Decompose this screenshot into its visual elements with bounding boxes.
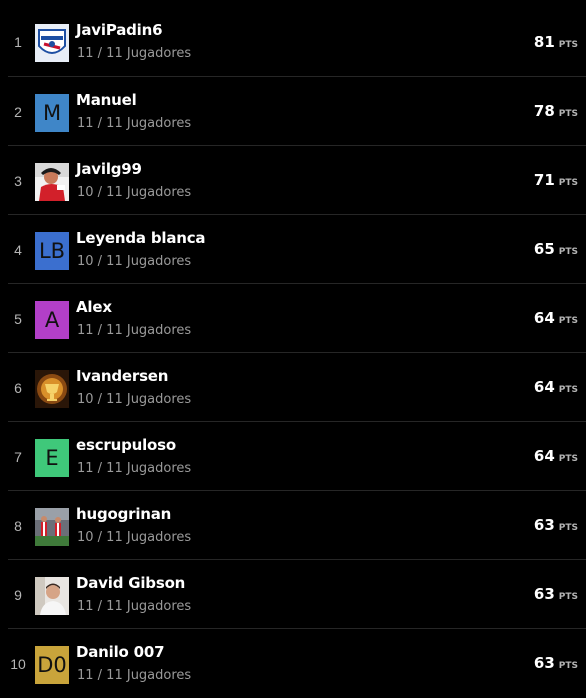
rank-number: 4 xyxy=(14,242,22,258)
points-value: 64 xyxy=(533,309,555,327)
points: 78 PTS xyxy=(534,102,578,120)
rank-number: 5 xyxy=(14,311,22,327)
ranking-row[interactable]: 9 David Gibson 11 / 11 Jugadores 63 PTS xyxy=(8,560,586,629)
points: 63 PTS xyxy=(534,585,578,603)
user-name[interactable]: escrupuloso xyxy=(76,436,176,454)
points-unit: PTS xyxy=(558,247,578,257)
rank-number: 1 xyxy=(14,34,22,50)
points-value: 64 xyxy=(533,378,555,396)
points-unit: PTS xyxy=(558,40,578,50)
stadium-photo-icon xyxy=(35,508,69,546)
points-value: 78 xyxy=(533,102,555,120)
rank-number: 2 xyxy=(14,104,22,120)
ranking-row[interactable]: 5 A Alex 11 / 11 Jugadores 64 PTS xyxy=(8,284,586,353)
points-value: 63 xyxy=(533,516,555,534)
players-count: 11 / 11 Jugadores xyxy=(77,46,192,61)
points-value: 71 xyxy=(533,171,555,189)
ranking-row[interactable]: 8 hugogrinan 10 / 11 Jugadores 63 PTS xyxy=(8,491,586,560)
user-name[interactable]: Javilg99 xyxy=(76,160,142,178)
players-count: 11 / 11 Jugadores xyxy=(77,461,192,476)
avatar: E xyxy=(35,439,69,477)
points-unit: PTS xyxy=(558,661,578,671)
points-unit: PTS xyxy=(558,592,578,602)
avatar: LB xyxy=(35,232,69,270)
user-name[interactable]: hugogrinan xyxy=(76,505,171,523)
rank-number: 7 xyxy=(14,449,22,465)
ranking-list: 1 JaviPadin6 11 / 11 Jugadores 81 PTS 2 … xyxy=(0,0,586,695)
points: 64 PTS xyxy=(534,447,578,465)
ranking-row[interactable]: 3 Javilg99 10 / 11 Jugadores 71 PTS xyxy=(8,146,586,215)
avatar: D0 xyxy=(35,646,69,684)
points: 63 PTS xyxy=(534,654,578,672)
points: 65 PTS xyxy=(534,240,578,258)
rank-number: 9 xyxy=(14,587,22,603)
person-photo-icon xyxy=(35,577,69,615)
players-count: 11 / 11 Jugadores xyxy=(77,668,192,683)
club-crest-icon xyxy=(35,24,69,62)
points-unit: PTS xyxy=(558,316,578,326)
points-unit: PTS xyxy=(558,178,578,188)
points-value: 65 xyxy=(533,240,555,258)
players-count: 10 / 11 Jugadores xyxy=(77,185,192,200)
user-name[interactable]: Alex xyxy=(76,298,112,316)
points: 63 PTS xyxy=(534,516,578,534)
points: 81 PTS xyxy=(534,33,578,51)
players-count: 11 / 11 Jugadores xyxy=(77,599,192,614)
players-count: 11 / 11 Jugadores xyxy=(77,116,192,131)
points: 64 PTS xyxy=(534,378,578,396)
ranking-row[interactable]: 7 E escrupuloso 11 / 11 Jugadores 64 PTS xyxy=(8,422,586,491)
points: 64 PTS xyxy=(534,309,578,327)
ranking-row[interactable]: 2 M Manuel 11 / 11 Jugadores 78 PTS xyxy=(8,77,586,146)
points-value: 81 xyxy=(533,33,555,51)
user-name[interactable]: JaviPadin6 xyxy=(76,21,163,39)
rank-number: 10 xyxy=(10,656,26,672)
player-photo-icon xyxy=(35,163,69,201)
points-value: 63 xyxy=(533,585,555,603)
ranking-row[interactable]: 10 D0 Danilo 007 11 / 11 Jugadores 63 PT… xyxy=(8,629,586,698)
points-unit: PTS xyxy=(558,385,578,395)
points-unit: PTS xyxy=(558,454,578,464)
players-count: 10 / 11 Jugadores xyxy=(77,392,192,407)
ranking-row[interactable]: 1 JaviPadin6 11 / 11 Jugadores 81 PTS xyxy=(8,0,586,77)
user-name[interactable]: Ivandersen xyxy=(76,367,168,385)
points-value: 64 xyxy=(533,447,555,465)
trophy-emblem-icon xyxy=(35,370,69,408)
players-count: 10 / 11 Jugadores xyxy=(77,530,192,545)
players-count: 11 / 11 Jugadores xyxy=(77,323,192,338)
ranking-row[interactable]: 4 LB Leyenda blanca 10 / 11 Jugadores 65… xyxy=(8,215,586,284)
ranking-row[interactable]: 6 Ivandersen 10 / 11 Jugadores 64 PTS xyxy=(8,353,586,422)
user-name[interactable]: Manuel xyxy=(76,91,137,109)
players-count: 10 / 11 Jugadores xyxy=(77,254,192,269)
points-unit: PTS xyxy=(558,523,578,533)
user-name[interactable]: David Gibson xyxy=(76,574,185,592)
points: 71 PTS xyxy=(534,171,578,189)
user-name[interactable]: Leyenda blanca xyxy=(76,229,206,247)
user-name[interactable]: Danilo 007 xyxy=(76,643,165,661)
rank-number: 6 xyxy=(14,380,22,396)
avatar: M xyxy=(35,94,69,132)
rank-number: 8 xyxy=(14,518,22,534)
avatar: A xyxy=(35,301,69,339)
rank-number: 3 xyxy=(14,173,22,189)
points-unit: PTS xyxy=(558,109,578,119)
points-value: 63 xyxy=(533,654,555,672)
